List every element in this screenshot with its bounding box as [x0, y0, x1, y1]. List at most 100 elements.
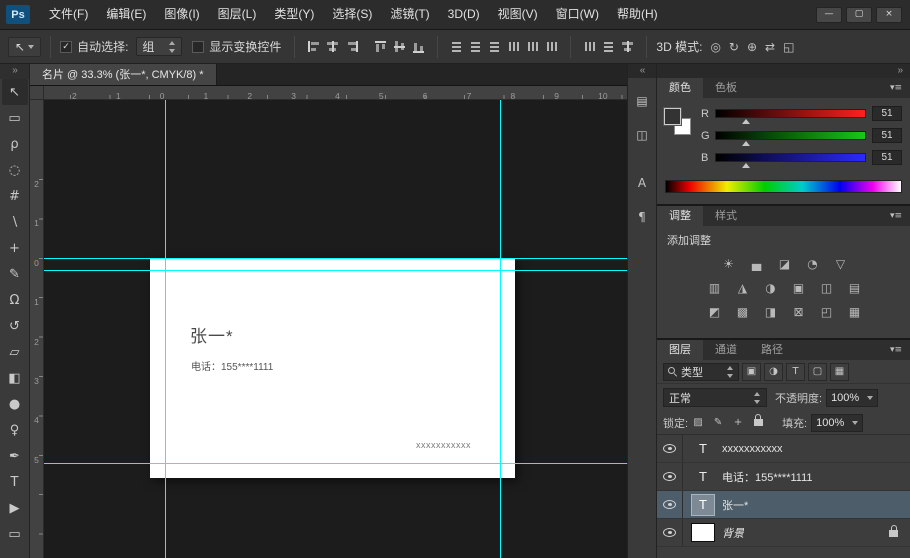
tool-spot-healing-brush[interactable]: +: [2, 235, 28, 261]
guide-horizontal[interactable]: [44, 463, 627, 464]
dropdown-triangle-icon[interactable]: ▽: [832, 256, 850, 272]
vibrance-icon[interactable]: ▥: [706, 280, 724, 296]
layer-row[interactable]: T 电话：155****1111: [657, 463, 910, 491]
distribute-bottom-icon[interactable]: [487, 39, 502, 54]
blue-value[interactable]: 51: [872, 150, 902, 165]
layer-name[interactable]: 背景: [722, 525, 744, 541]
fill-field[interactable]: 100%: [811, 414, 863, 432]
layer-filter-dropdown[interactable]: 类型: [663, 363, 739, 381]
menu-layer[interactable]: 图层(L): [209, 0, 266, 29]
3d-scale-icon[interactable]: ◱: [783, 40, 794, 54]
visibility-toggle[interactable]: [657, 435, 683, 462]
distribute-left-icon[interactable]: [506, 39, 521, 54]
menu-window[interactable]: 窗口(W): [547, 0, 608, 29]
tool-brush[interactable]: ✎: [2, 261, 28, 287]
panel-menu-icon[interactable]: ▾≡: [882, 78, 910, 98]
canvas[interactable]: 张一* 电话：155****1111 xxxxxxxxxxx: [44, 100, 627, 558]
black-white-icon[interactable]: ▣: [790, 280, 808, 296]
red-value[interactable]: 51: [872, 106, 902, 121]
3d-roll-icon[interactable]: ↻: [729, 40, 739, 54]
photo-filter-icon[interactable]: ◫: [818, 280, 836, 296]
panel-menu-icon[interactable]: ▾≡: [882, 340, 910, 360]
menu-file[interactable]: 文件(F): [40, 0, 97, 29]
visibility-toggle[interactable]: [657, 491, 683, 518]
panels-collapse-chevron-icon[interactable]: »: [657, 64, 910, 78]
guide-horizontal[interactable]: [44, 258, 627, 259]
tab-paths[interactable]: 路径: [749, 340, 795, 360]
gradient-map-icon[interactable]: ⊠: [790, 304, 808, 320]
show-transform-checkbox[interactable]: [192, 41, 204, 53]
selective-color-icon[interactable]: ◰: [818, 304, 836, 320]
lock-transparent-pixels-icon[interactable]: ▨: [690, 415, 706, 431]
histogram-panel-icon[interactable]: ▤: [630, 90, 654, 112]
align-left-icon[interactable]: [306, 39, 321, 54]
layer-row-background[interactable]: 背景: [657, 519, 910, 547]
tool-blur[interactable]: ●: [2, 391, 28, 417]
tool-clone-stamp[interactable]: Ω: [2, 287, 28, 313]
filter-smart-objects-icon[interactable]: ▦: [830, 363, 849, 381]
tool-eyedropper[interactable]: ∖: [2, 209, 28, 235]
restore-button[interactable]: ▢: [846, 7, 872, 23]
invert-icon[interactable]: ◩: [706, 304, 724, 320]
auto-select-target-dropdown[interactable]: 组: [136, 37, 182, 56]
menu-edit[interactable]: 编辑(E): [97, 0, 155, 29]
menu-type[interactable]: 类型(Y): [265, 0, 323, 29]
tool-path-selection[interactable]: ▶: [2, 495, 28, 521]
distribute-vcenter-icon[interactable]: [468, 39, 483, 54]
tool-type[interactable]: T: [2, 469, 28, 495]
slider-handle-icon[interactable]: [742, 115, 750, 124]
tab-layers[interactable]: 图层: [657, 340, 703, 360]
lock-position-icon[interactable]: +: [730, 415, 746, 431]
align-right-icon[interactable]: [344, 39, 359, 54]
text-layer-thumbnail[interactable]: T: [691, 494, 715, 516]
tab-swatches[interactable]: 色板: [703, 78, 749, 98]
green-slider[interactable]: [715, 131, 866, 140]
lookup-table-icon[interactable]: ▦: [846, 304, 864, 320]
tool-eraser[interactable]: ▱: [2, 339, 28, 365]
curves-icon[interactable]: ◪: [776, 256, 794, 272]
tool-lasso[interactable]: ρ: [2, 131, 28, 157]
3d-drag-icon[interactable]: ⊕: [747, 40, 757, 54]
menu-filter[interactable]: 滤镜(T): [381, 0, 438, 29]
minimize-button[interactable]: —: [816, 7, 842, 23]
distribute-vspace-icon[interactable]: [601, 39, 616, 54]
distribute-hcenter-icon[interactable]: [525, 39, 540, 54]
menu-image[interactable]: 图像(I): [155, 0, 208, 29]
align-vcenter-icon[interactable]: [392, 39, 407, 54]
tab-color[interactable]: 颜色: [657, 78, 703, 98]
foreground-color-swatch[interactable]: [664, 108, 681, 125]
visibility-toggle[interactable]: [657, 519, 683, 546]
red-slider[interactable]: [715, 109, 866, 118]
levels-icon[interactable]: ▄: [748, 256, 766, 272]
filter-shape-layers-icon[interactable]: ▢: [808, 363, 827, 381]
lock-image-pixels-icon[interactable]: ✎: [710, 415, 726, 431]
slider-handle-icon[interactable]: [742, 159, 750, 168]
align-top-icon[interactable]: [373, 39, 388, 54]
blend-mode-dropdown[interactable]: 正常: [663, 388, 767, 407]
tool-preset-picker[interactable]: ↖: [8, 37, 41, 57]
character-panel-icon[interactable]: A: [630, 172, 654, 194]
green-value[interactable]: 51: [872, 128, 902, 143]
distribute-hspace-icon[interactable]: [582, 39, 597, 54]
color-spectrum-ramp[interactable]: [665, 180, 902, 193]
3d-rotate-icon[interactable]: ◎: [710, 40, 720, 54]
tool-gradient[interactable]: ◧: [2, 365, 28, 391]
dock-expand-chevron-icon[interactable]: «: [628, 64, 656, 78]
3d-slide-icon[interactable]: ⇄: [765, 40, 775, 54]
paragraph-panel-icon[interactable]: ¶: [630, 206, 654, 228]
document-tab[interactable]: 名片 @ 33.3% (张一*, CMYK/8) *: [30, 64, 217, 85]
panel-menu-icon[interactable]: ▾≡: [882, 206, 910, 226]
align-hcenter-icon[interactable]: [325, 39, 340, 54]
guide-horizontal[interactable]: [44, 270, 627, 271]
layer-row-selected[interactable]: T 张一*: [657, 491, 910, 519]
opacity-field[interactable]: 100%: [826, 389, 878, 407]
brightness-contrast-icon[interactable]: ☀: [720, 256, 738, 272]
tool-move[interactable]: ↖: [2, 79, 28, 105]
auto-align-layers-icon[interactable]: [620, 39, 635, 54]
tools-collapse-chevron-icon[interactable]: »: [0, 64, 29, 79]
filter-type-layers-icon[interactable]: T: [786, 363, 805, 381]
layer-name[interactable]: 张一*: [722, 497, 748, 513]
filter-pixel-layers-icon[interactable]: ▣: [742, 363, 761, 381]
text-layer-thumbnail[interactable]: T: [691, 466, 715, 488]
channel-mixer-icon[interactable]: ▤: [846, 280, 864, 296]
